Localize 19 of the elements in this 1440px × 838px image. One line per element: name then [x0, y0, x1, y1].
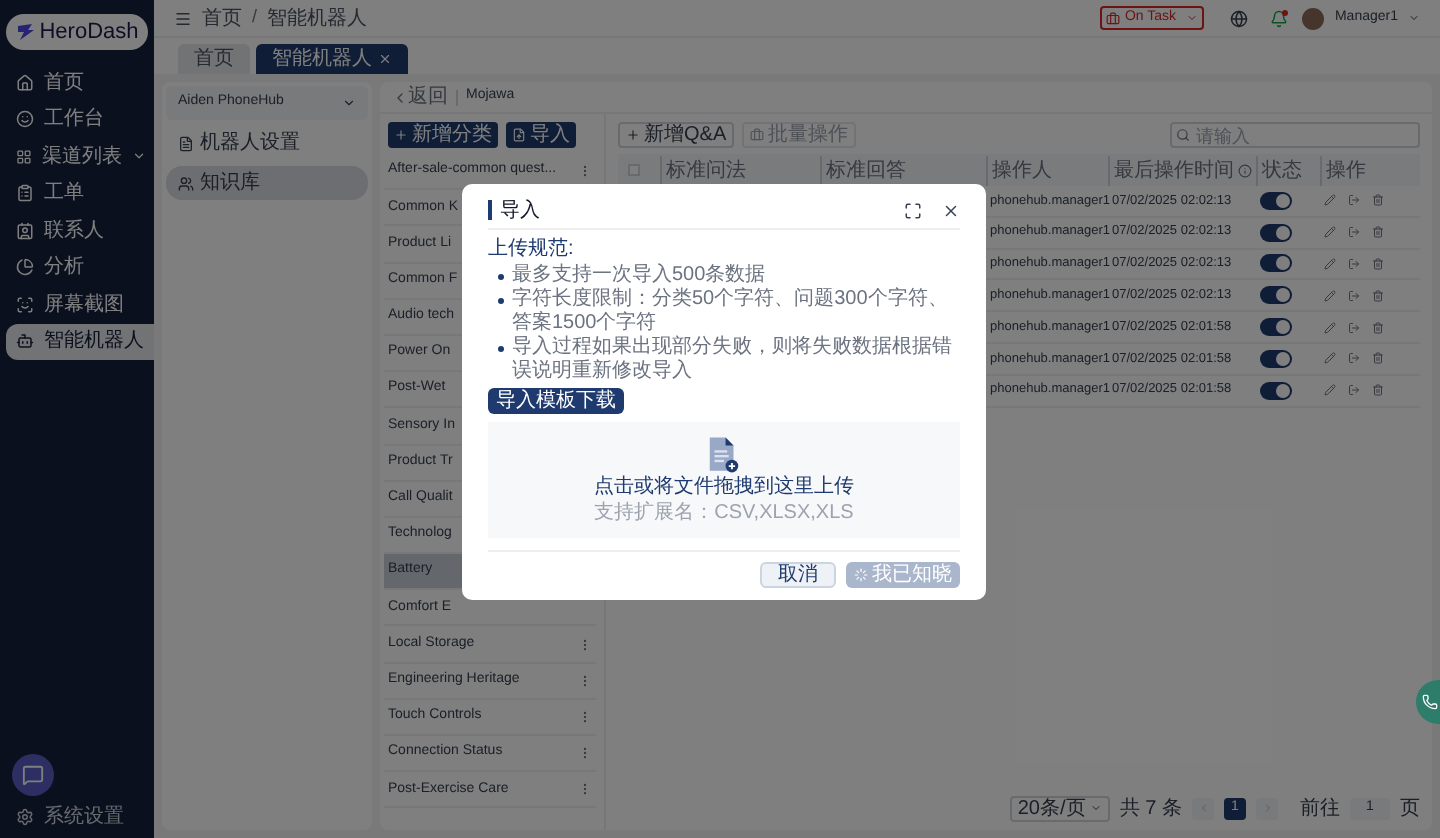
- breadcrumb-item: 智能机器人: [267, 5, 368, 33]
- column-header: 最后操作时间: [1114, 157, 1234, 185]
- rules-title: 上传规范:: [488, 238, 576, 262]
- dialog-title: 导入: [500, 197, 542, 225]
- dropzone-text: 点击或将文件拖拽到这里上传: [594, 475, 854, 499]
- goto-label: 前往: [1300, 795, 1340, 823]
- column-header: 操作: [1326, 157, 1366, 185]
- rule-text: 最多支持一次导入500条数据: [512, 264, 766, 287]
- column-header: 标准回答: [826, 157, 906, 185]
- column-header: 状态: [1262, 157, 1302, 185]
- column-header: 操作人: [992, 157, 1052, 185]
- total-count: 共 7 条: [1119, 795, 1182, 823]
- page-unit: 页: [1400, 795, 1420, 823]
- rule-text: 导入过程如果出现部分失败，则将失败数据根据错误说明重新修改导入: [512, 336, 954, 384]
- dropzone-hint: 支持扩展名：CSV,XLSX,XLS: [594, 501, 854, 525]
- column-header: 标准问法: [666, 157, 746, 185]
- logo: HeroDash: [6, 14, 148, 50]
- breadcrumb-separator: /: [252, 4, 258, 31]
- rule-text: 字符长度限制：分类50个字符、问题300个字符、答案1500个字符: [512, 288, 950, 335]
